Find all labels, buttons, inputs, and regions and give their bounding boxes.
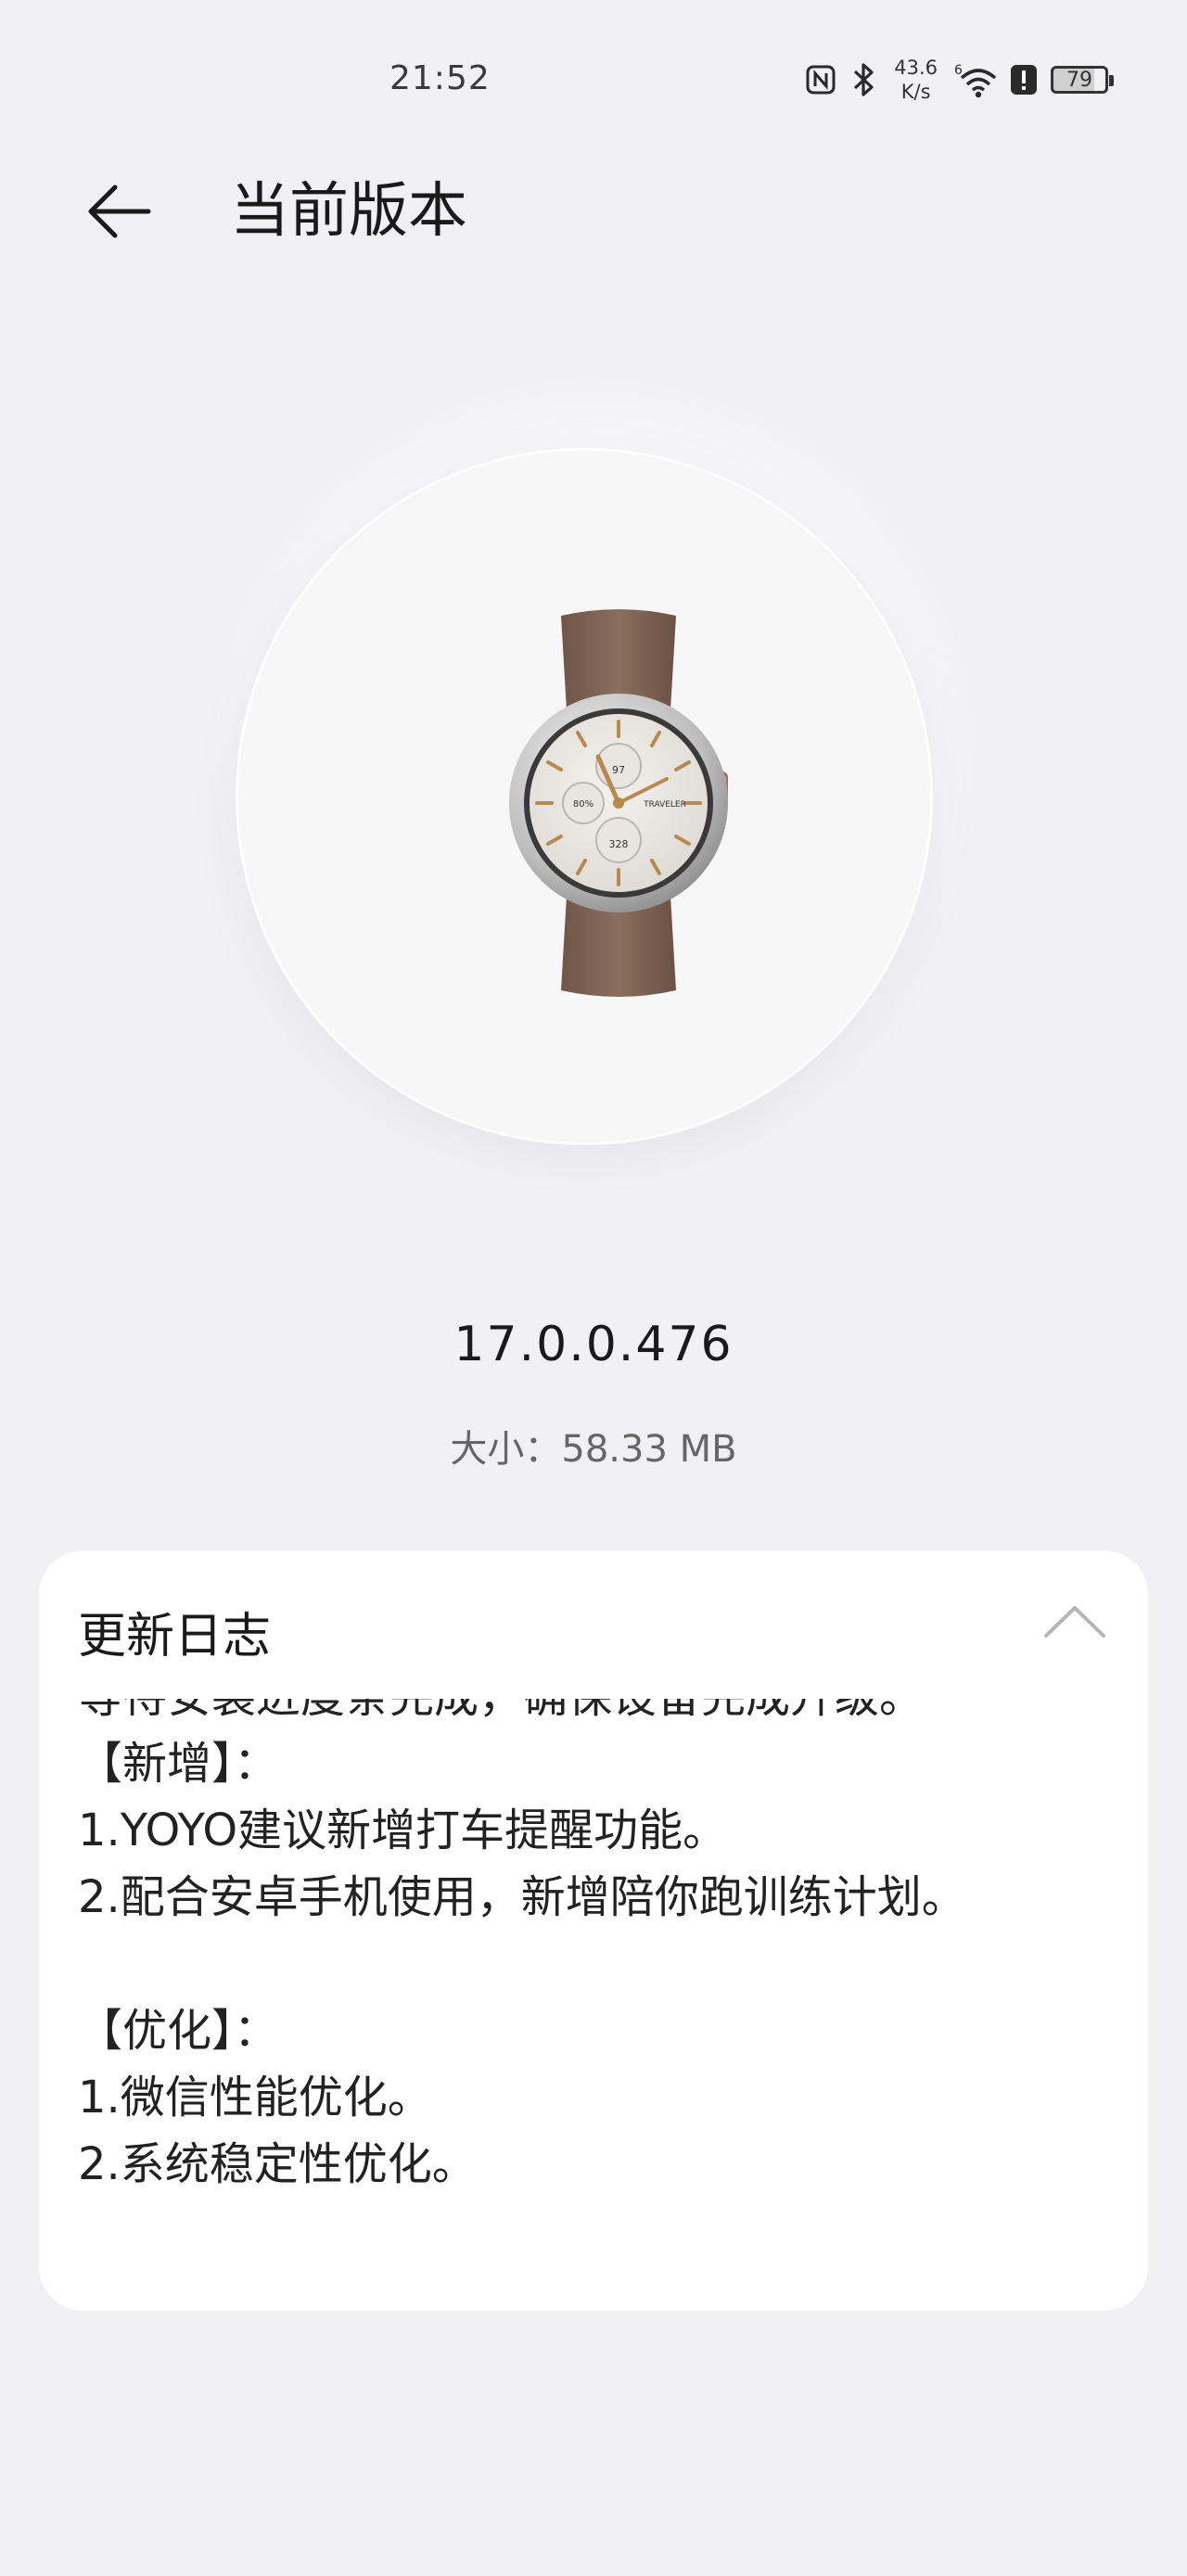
version-number: 17.0.0.476 — [453, 1317, 734, 1372]
device-circle: 97 328 80% TRAVELER — [238, 451, 930, 1142]
nfc-icon — [805, 64, 836, 96]
package-size: 大小：58.33 MB — [450, 1428, 737, 1471]
device-image-container: 97 328 80% TRAVELER — [213, 380, 974, 1142]
bluetooth-icon — [849, 61, 877, 98]
svg-text:TRAVELER: TRAVELER — [643, 800, 686, 810]
page-title: 当前版本 — [230, 177, 467, 246]
wifi-6-icon: 6 — [954, 61, 997, 98]
changelog-title: 更新日志 — [78, 1609, 272, 1664]
alert-icon — [1010, 64, 1038, 96]
changelog-content[interactable]: 等待安装进度条完成，确保设备完成升级。 【新增】： 1.YOYO建议新增打车提醒… — [78, 1699, 1107, 2292]
battery-level: 79 — [1066, 68, 1092, 92]
changelog-opt-item: 2.系统稳定性优化。 — [78, 2138, 477, 2190]
app-header: 当前版本 — [0, 158, 1187, 260]
changelog-cut-line: 等待安装进度条完成，确保设备完成升级。 — [78, 1699, 1107, 1730]
svg-text:6: 6 — [954, 63, 963, 78]
net-speed-value: 43.6 — [894, 57, 938, 79]
changelog-new-header: 【新增】： — [78, 1738, 279, 1790]
screen: 21:52 43.6 K/s 6 79 当前版本 97 328 80% TRAV… — [0, 0, 1187, 2576]
changelog-spacer — [78, 1931, 1107, 1997]
smartwatch-image: 97 328 80% TRAVELER — [509, 609, 728, 997]
changelog-opt-item: 1.微信性能优化。 — [78, 2072, 432, 2123]
net-speed: 43.6 K/s — [894, 56, 938, 104]
changelog-new-item: 1.YOYO建议新增打车提醒功能。 — [78, 1804, 728, 1856]
collapse-button[interactable] — [1042, 1602, 1107, 1639]
changelog-new-item: 2.配合安卓手机使用，新增陪你跑训练计划。 — [78, 1871, 966, 1923]
changelog-card: 更新日志 等待安装进度条完成，确保设备完成升级。 【新增】： 1.YOYO建议新… — [39, 1550, 1148, 2311]
status-bar: 21:52 43.6 K/s 6 79 — [0, 0, 1187, 148]
back-button[interactable] — [83, 174, 158, 249]
svg-text:80%: 80% — [573, 799, 594, 810]
battery-icon: 79 — [1051, 66, 1114, 94]
arrow-left-icon — [88, 185, 151, 238]
svg-text:97: 97 — [612, 764, 625, 776]
net-speed-unit: K/s — [900, 81, 931, 103]
changelog-opt-header: 【优化】： — [78, 2005, 279, 2057]
svg-text:328: 328 — [609, 838, 629, 850]
status-time: 21:52 — [389, 59, 491, 97]
chevron-up-icon — [1044, 1606, 1105, 1638]
status-icons: 43.6 K/s 6 79 — [805, 52, 1114, 108]
